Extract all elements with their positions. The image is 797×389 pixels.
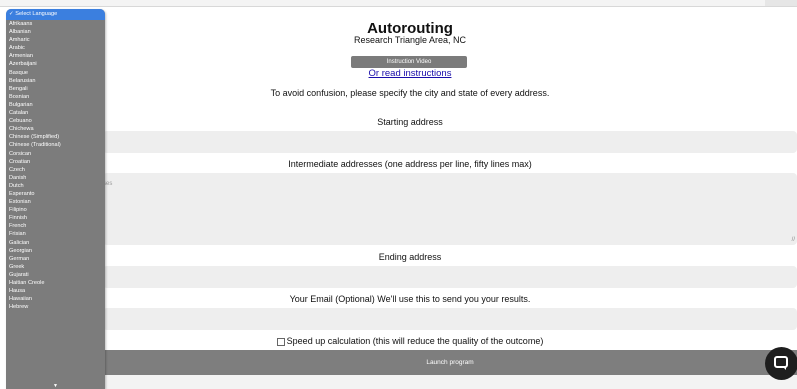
- intermediate-addresses-textarea[interactable]: ses //: [103, 173, 797, 245]
- language-option[interactable]: Azerbaijani: [6, 60, 105, 68]
- resize-grip-icon[interactable]: //: [792, 237, 795, 243]
- language-option[interactable]: Cebuano: [6, 117, 105, 125]
- read-instructions-link[interactable]: Or read instructions: [0, 68, 797, 79]
- instruction-video-button[interactable]: Instruction Video: [351, 56, 467, 68]
- language-option[interactable]: Czech: [6, 166, 105, 174]
- speedup-label[interactable]: Speed up calculation (this will reduce t…: [287, 336, 544, 346]
- language-option[interactable]: Hawaiian: [6, 295, 105, 303]
- language-option[interactable]: Hausa: [6, 287, 105, 295]
- address-note: To avoid confusion, please specify the c…: [270, 88, 550, 98]
- bottom-input-strip: [103, 375, 797, 389]
- starting-address-input[interactable]: [103, 131, 797, 153]
- intermediate-addresses-label: Intermediate addresses (one address per …: [288, 159, 532, 169]
- language-option[interactable]: Haitian Creole: [6, 279, 105, 287]
- language-option[interactable]: Belarusian: [6, 77, 105, 85]
- starting-address-label: Starting address: [377, 117, 443, 127]
- main-content: Autorouting Research Triangle Area, NC I…: [0, 0, 797, 389]
- language-option[interactable]: Gujarati: [6, 271, 105, 279]
- email-input[interactable]: [103, 308, 797, 330]
- language-option[interactable]: Bengali: [6, 85, 105, 93]
- language-options-list: Afrikaans Albanian Amharic Arabic Armenian Az…: [6, 20, 105, 311]
- email-label: Your Email (Optional) We'll use this to …: [289, 294, 531, 304]
- language-option[interactable]: Chinese (Simplified): [6, 133, 105, 141]
- language-option[interactable]: Bosnian: [6, 93, 105, 101]
- language-option[interactable]: Arabic: [6, 44, 105, 52]
- language-option[interactable]: Chinese (Traditional): [6, 141, 105, 149]
- speedup-option: Speed up calculation (this will reduce t…: [0, 336, 797, 346]
- language-option[interactable]: Afrikaans: [6, 20, 105, 28]
- language-option[interactable]: Danish: [6, 174, 105, 182]
- ending-address-label: Ending address: [378, 252, 442, 262]
- language-option[interactable]: Filipino: [6, 206, 105, 214]
- language-option[interactable]: Amharic: [6, 36, 105, 44]
- language-option[interactable]: Estonian: [6, 198, 105, 206]
- ending-address-input[interactable]: [103, 266, 797, 288]
- chevron-down-icon[interactable]: ▼: [6, 383, 105, 389]
- language-option[interactable]: French: [6, 222, 105, 230]
- language-option[interactable]: Basque: [6, 69, 105, 77]
- chat-bubble-tail: [782, 366, 786, 370]
- language-option-selected[interactable]: ✓ Select Language: [6, 9, 105, 20]
- language-option[interactable]: Albanian: [6, 28, 105, 36]
- language-option[interactable]: Galician: [6, 239, 105, 247]
- speedup-checkbox[interactable]: [276, 337, 285, 346]
- language-option[interactable]: Bulgarian: [6, 101, 105, 109]
- language-option[interactable]: Corsican: [6, 150, 105, 158]
- language-option[interactable]: Chichewa: [6, 125, 105, 133]
- language-option[interactable]: Georgian: [6, 247, 105, 255]
- language-option[interactable]: Hebrew: [6, 303, 105, 311]
- language-option[interactable]: Esperanto: [6, 190, 105, 198]
- language-option[interactable]: Dutch: [6, 182, 105, 190]
- language-option[interactable]: Croatian: [6, 158, 105, 166]
- language-option[interactable]: Frisian: [6, 230, 105, 238]
- language-dropdown[interactable]: ✓ Select Language Afrikaans Albanian Amhar…: [6, 9, 105, 389]
- chat-button[interactable]: [765, 347, 797, 380]
- language-option[interactable]: Greek: [6, 263, 105, 271]
- language-option[interactable]: Armenian: [6, 52, 105, 60]
- page-subtitle: Research Triangle Area, NC: [353, 35, 467, 45]
- language-option[interactable]: Catalan: [6, 109, 105, 117]
- language-option[interactable]: German: [6, 255, 105, 263]
- launch-program-button[interactable]: Launch program: [103, 350, 797, 375]
- language-option[interactable]: Finnish: [6, 214, 105, 222]
